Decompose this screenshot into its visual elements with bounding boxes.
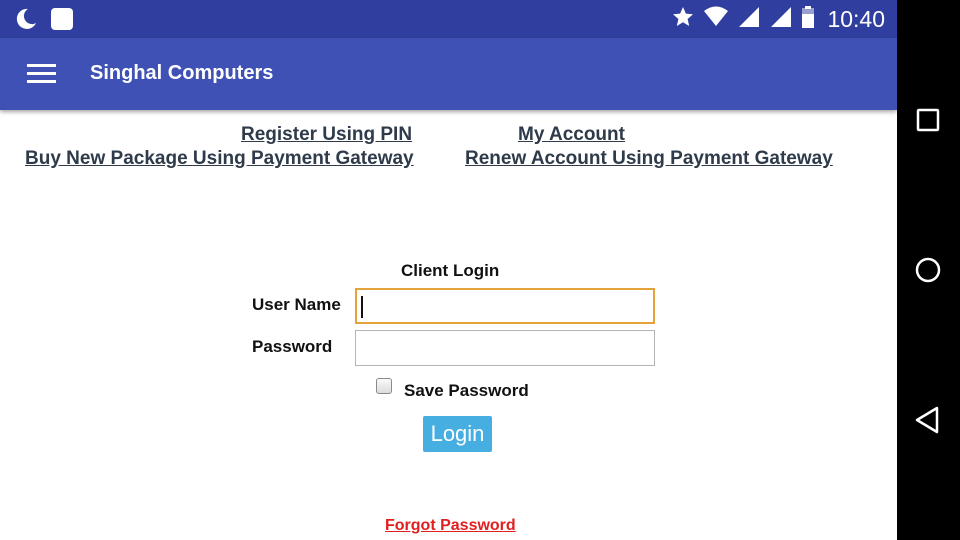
cell-signal-2-icon: [769, 5, 793, 34]
renew-account-link[interactable]: Renew Account Using Payment Gateway: [465, 148, 833, 170]
login-button[interactable]: Login: [423, 416, 492, 452]
password-label: Password: [252, 337, 333, 356]
save-password-checkbox[interactable]: [376, 378, 392, 394]
app-title: Singhal Computers: [90, 62, 274, 84]
text-caret: [361, 296, 363, 318]
my-account-link[interactable]: My Account: [518, 124, 625, 146]
status-bar: 10:40: [0, 0, 897, 38]
back-triangle-icon[interactable]: [910, 402, 946, 438]
wifi-icon: [703, 5, 729, 34]
clock: 10:40: [827, 6, 885, 32]
status-bar-left: [14, 7, 74, 36]
register-pin-link[interactable]: Register Using PIN: [241, 124, 412, 146]
save-password-label: Save Password: [404, 381, 529, 400]
notification-square-icon: [50, 7, 74, 36]
navigation-bar: [897, 0, 960, 540]
battery-icon: [801, 5, 815, 34]
main-content: Register Using PIN My Account Buy New Pa…: [0, 110, 897, 540]
star-icon: [671, 5, 695, 34]
cell-signal-icon: [737, 5, 761, 34]
buy-package-link[interactable]: Buy New Package Using Payment Gateway: [25, 148, 414, 170]
recents-square-icon[interactable]: [910, 102, 946, 138]
app-bar: Singhal Computers: [0, 38, 897, 110]
moon-icon: [14, 7, 38, 36]
login-heading: Client Login: [401, 261, 500, 280]
username-label: User Name: [252, 295, 341, 314]
hamburger-menu-icon[interactable]: [22, 60, 62, 88]
username-input[interactable]: [355, 288, 655, 324]
forgot-password-link[interactable]: Forgot Password: [385, 517, 516, 535]
status-bar-right: 10:40: [671, 5, 885, 34]
password-input[interactable]: [355, 330, 655, 366]
home-circle-icon[interactable]: [910, 252, 946, 288]
